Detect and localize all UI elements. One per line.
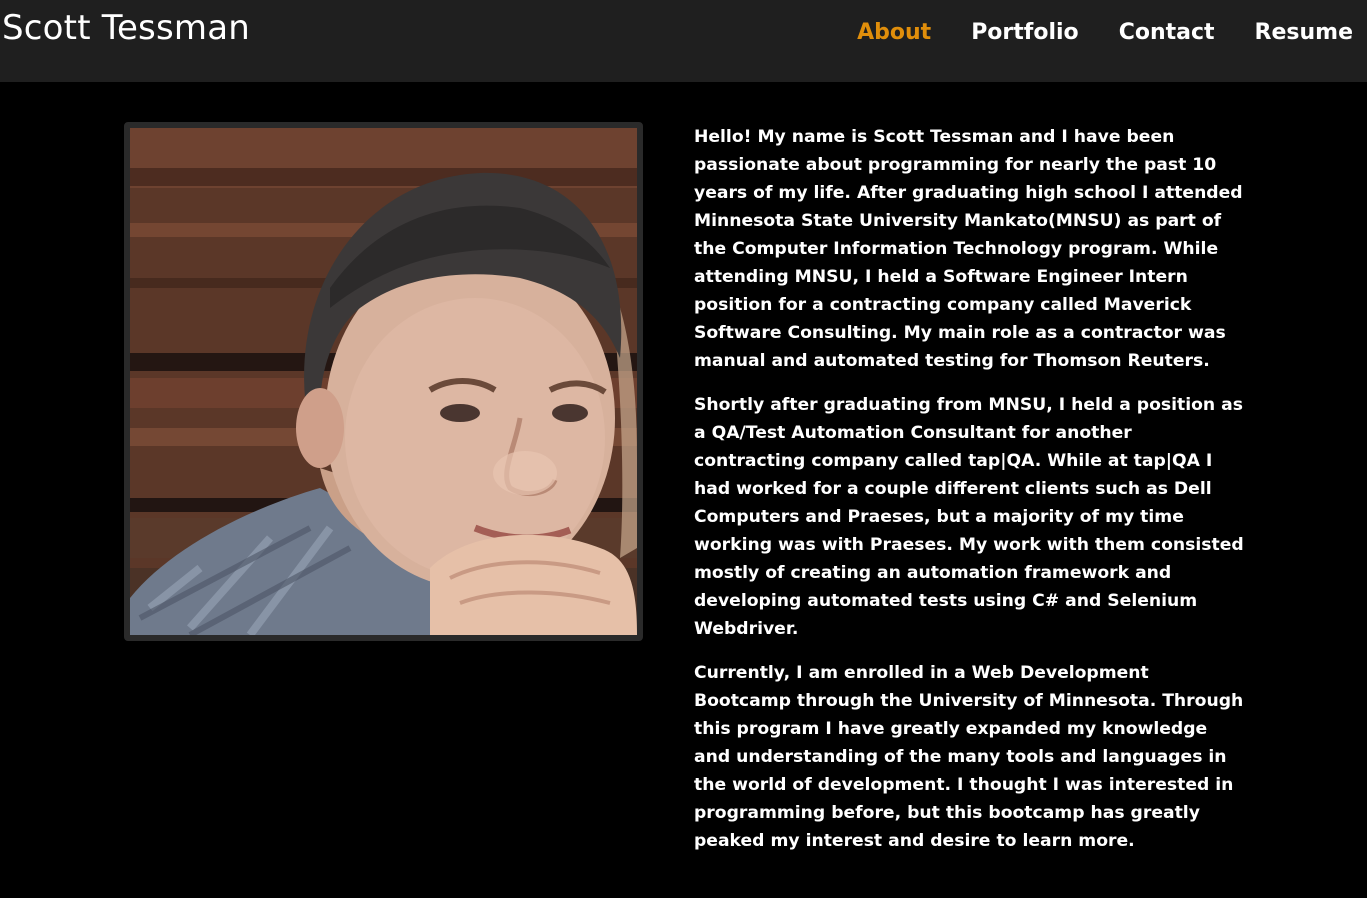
about-text: Hello! My name is Scott Tessman and I ha…	[694, 123, 1246, 871]
navbar: Scott Tessman About Portfolio Contact Re…	[0, 0, 1367, 82]
about-paragraph-3: Currently, I am enrolled in a Web Develo…	[694, 663, 1244, 851]
nav-portfolio-link[interactable]: Portfolio	[971, 16, 1079, 50]
profile-photo	[124, 122, 643, 641]
nav-resume-link[interactable]: Resume	[1255, 16, 1353, 50]
brand-title[interactable]: Scott Tessman	[2, 8, 250, 48]
profile-photo-image	[130, 128, 637, 635]
about-paragraph-2: Shortly after graduating from MNSU, I he…	[694, 395, 1244, 639]
nav-about-link[interactable]: About	[857, 16, 931, 50]
nav-links: About Portfolio Contact Resume	[817, 16, 1367, 50]
nav-contact-link[interactable]: Contact	[1119, 16, 1215, 50]
about-paragraph-1: Hello! My name is Scott Tessman and I ha…	[694, 127, 1243, 371]
